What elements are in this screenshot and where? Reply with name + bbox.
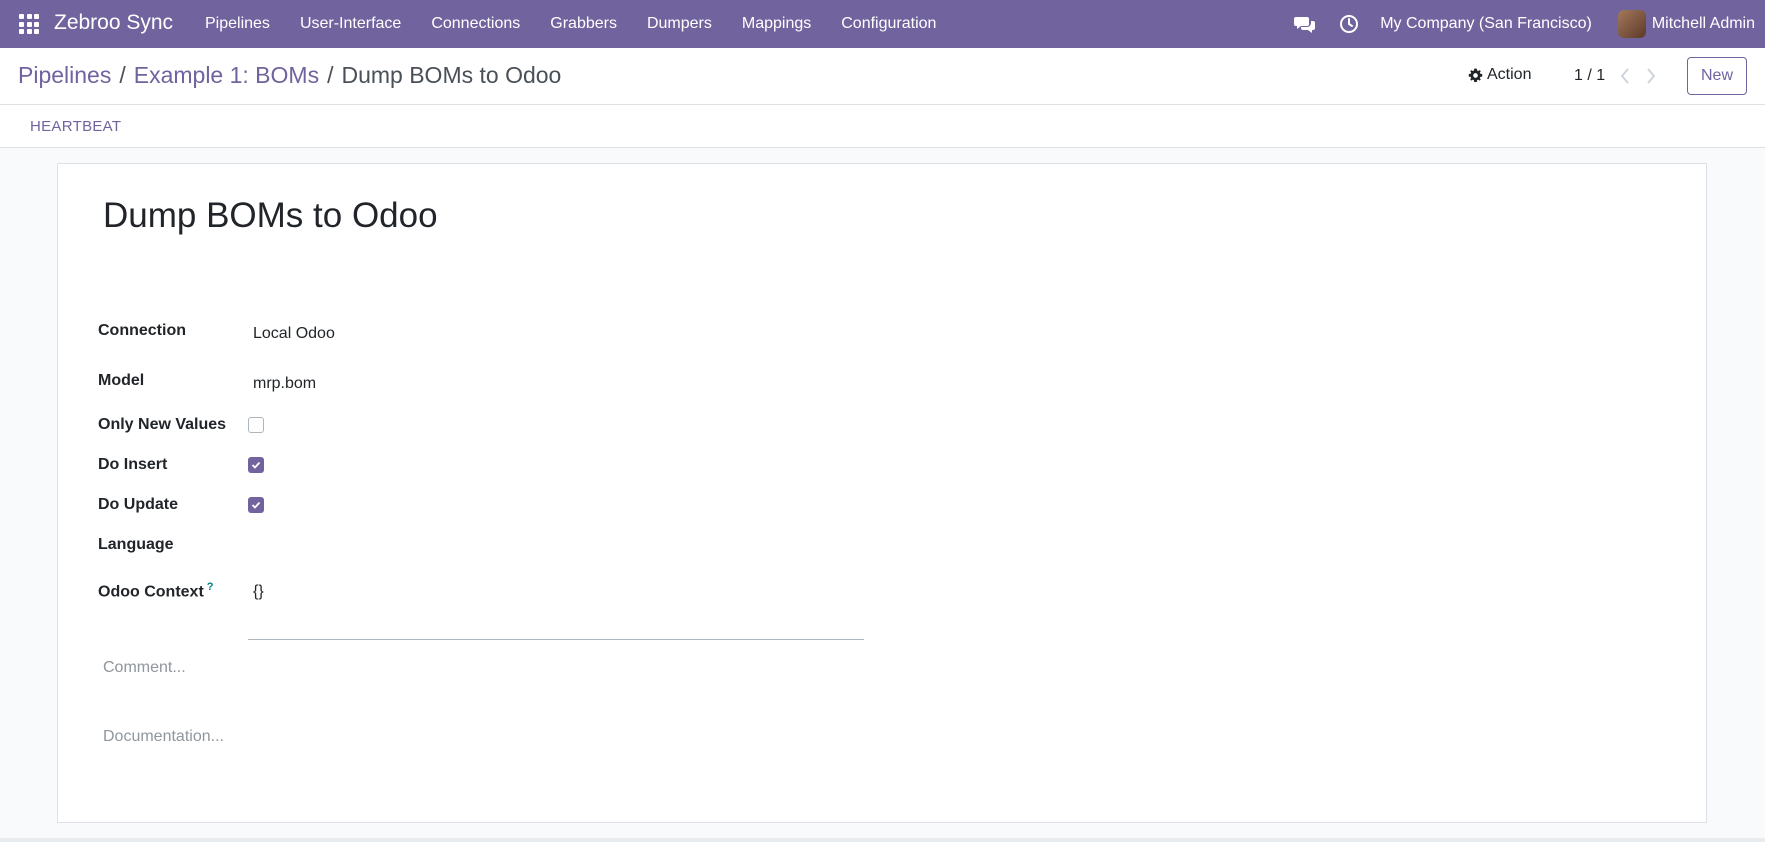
app-brand[interactable]: Zebroo Sync [54, 11, 173, 35]
new-button[interactable]: New [1687, 57, 1747, 95]
help-tooltip-icon[interactable]: ? [207, 581, 214, 593]
menu-configuration[interactable]: Configuration [826, 0, 951, 48]
chevron-right-icon[interactable] [1644, 66, 1658, 86]
gear-icon [1468, 67, 1483, 82]
breadcrumb-separator: / [327, 62, 334, 88]
menu-grabbers[interactable]: Grabbers [535, 0, 632, 48]
avatar[interactable] [1617, 10, 1646, 38]
breadcrumb-example[interactable]: Example 1: BOMs [134, 62, 319, 89]
connection-label: Connection [98, 322, 186, 339]
comment-field[interactable]: Comment... [103, 659, 186, 677]
chevron-left-icon[interactable] [1618, 66, 1632, 86]
menu-pipelines[interactable]: Pipelines [190, 0, 285, 48]
do-update-label: Do Update [98, 496, 178, 513]
model-field[interactable]: mrp.bom [253, 375, 316, 393]
top-navbar: Zebroo Sync Pipelines User-Interface Con… [0, 0, 1765, 48]
main-menu: Pipelines User-Interface Connections Gra… [190, 0, 951, 48]
do-insert-label: Do Insert [98, 456, 168, 473]
odoo-context-label-text: Odoo Context [98, 583, 204, 601]
menu-dumpers[interactable]: Dumpers [632, 0, 727, 48]
record-title[interactable]: Dump BOMs to Odoo [103, 196, 438, 236]
menu-user-interface[interactable]: User-Interface [285, 0, 416, 48]
breadcrumb-pipelines[interactable]: Pipelines [18, 62, 111, 89]
user-menu[interactable]: Mitchell Admin [1652, 15, 1755, 33]
connection-field[interactable]: Local Odoo [253, 325, 335, 343]
language-field[interactable] [253, 536, 553, 556]
action-label: Action [1487, 66, 1532, 83]
check-icon [251, 501, 261, 509]
form-statusbar: HEARTBEAT [0, 105, 1765, 148]
navbar-systray: My Company (San Francisco) Mitchell Admi… [1292, 0, 1765, 48]
pager-value[interactable]: 1 / 1 [1574, 67, 1605, 85]
odoo-context-field[interactable]: {} [253, 583, 264, 601]
do-update-checkbox[interactable] [248, 497, 264, 513]
form-sheet: Dump BOMs to Odoo Connection Local Odoo … [57, 163, 1707, 823]
odoo-context-underline [248, 639, 864, 640]
chat-icon[interactable] [1292, 11, 1318, 37]
odoo-context-label: Odoo Context? [98, 581, 214, 601]
company-switcher[interactable]: My Company (San Francisco) [1380, 15, 1592, 33]
documentation-field[interactable]: Documentation... [103, 728, 224, 746]
check-icon [251, 461, 261, 469]
clock-icon[interactable] [1336, 11, 1362, 37]
breadcrumb: Pipelines / Example 1: BOMs / Dump BOMs … [18, 62, 561, 89]
control-panel: Pipelines / Example 1: BOMs / Dump BOMs … [0, 48, 1765, 105]
language-label: Language [98, 536, 174, 553]
only-new-values-checkbox[interactable] [248, 417, 264, 433]
do-insert-checkbox[interactable] [248, 457, 264, 473]
apps-grid-icon[interactable] [19, 14, 39, 34]
breadcrumb-current: Dump BOMs to Odoo [341, 62, 562, 88]
menu-connections[interactable]: Connections [416, 0, 535, 48]
only-new-values-label: Only New Values [98, 416, 227, 433]
breadcrumb-separator: / [119, 62, 126, 88]
bottom-divider [0, 838, 1765, 842]
model-label: Model [98, 372, 145, 389]
menu-mappings[interactable]: Mappings [727, 0, 826, 48]
action-button[interactable]: Action [1468, 66, 1531, 84]
heartbeat-button[interactable]: HEARTBEAT [30, 118, 121, 135]
